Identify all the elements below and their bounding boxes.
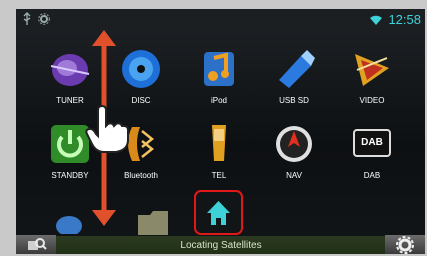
usb-sd-icon [279,50,315,88]
app-partial-1[interactable] [54,204,84,236]
home-screen: 12:58 TUNER DISC iPod USB SD VIDEO STAND… [16,9,425,254]
gps-status-text: Locating Satellites [180,240,262,251]
settings-button[interactable] [385,235,425,254]
app-label: TEL [211,171,227,180]
partial-app-icon [56,216,82,236]
app-label: USB SD [279,96,309,105]
dab-logo-text: DAB [361,137,383,148]
phone-icon [212,125,226,161]
folder-icon [138,211,168,235]
nav-icon [276,126,312,162]
app-dab[interactable]: DAB DAB [337,121,407,203]
status-bar: 12:58 [16,9,425,31]
app-label: iPod [210,96,227,105]
app-ipod[interactable]: iPod [184,46,254,128]
clock: 12:58 [388,12,421,27]
app-usb-sd[interactable]: USB SD [259,46,329,128]
gear-icon [396,236,414,254]
search-button[interactable] [16,235,56,254]
video-icon [355,54,389,86]
app-video[interactable]: VIDEO [337,46,407,128]
search-icon [28,238,47,250]
hand-pointer-icon [85,104,129,153]
app-partial-2[interactable] [136,205,170,235]
app-label: VIDEO [359,96,385,105]
wifi-icon [369,13,383,31]
dab-icon: DAB [353,129,391,157]
ipod-icon [204,52,234,86]
settings-icon [38,12,50,30]
app-nav[interactable]: NAV [259,121,329,203]
usb-icon [22,12,32,31]
home-icon [207,201,230,225]
app-label: NAV [286,171,302,180]
home-button[interactable] [194,190,243,235]
app-label: DAB [363,171,381,180]
